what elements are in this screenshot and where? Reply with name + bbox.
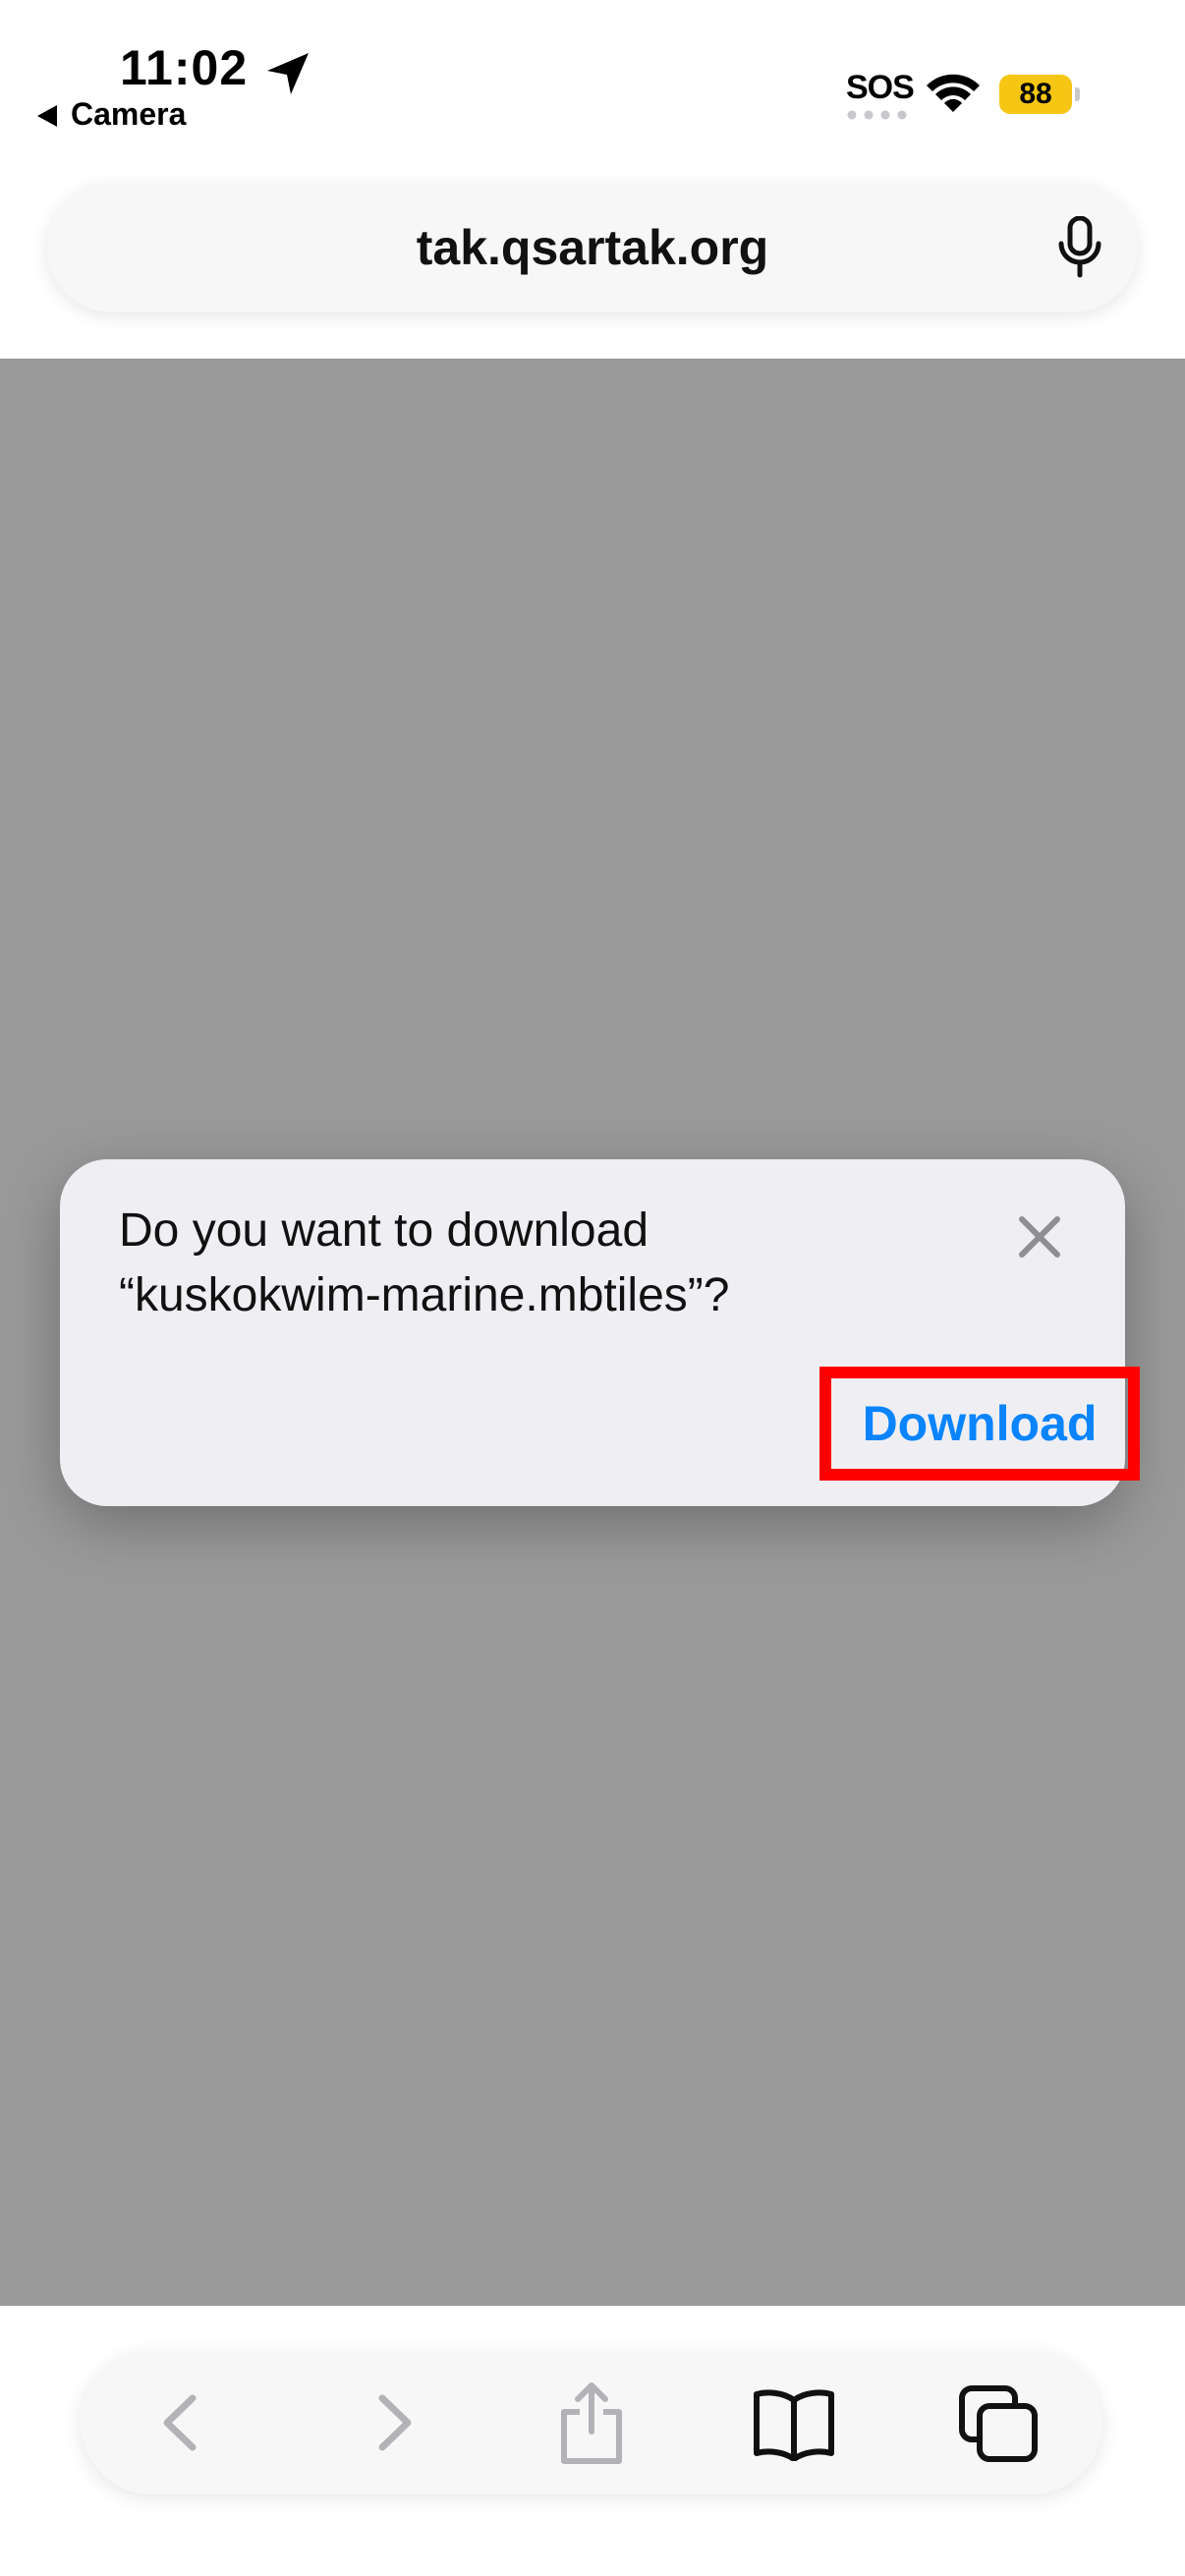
battery-level: 88: [1019, 78, 1052, 110]
back-caret-icon[interactable]: [37, 105, 57, 127]
back-icon[interactable]: [149, 2390, 214, 2455]
back-to-app-label[interactable]: Camera: [71, 96, 186, 133]
status-bar: 11:02 Camera SOS 88: [0, 0, 1185, 157]
download-button-label[interactable]: Download: [831, 1378, 1128, 1469]
dialog-message-line2: “kuskokwim-marine.mbtiles”?: [119, 1269, 730, 1321]
signal-dots-icon: [847, 110, 907, 120]
tabs-icon[interactable]: [958, 2384, 1039, 2463]
status-time: 11:02: [120, 40, 249, 95]
sos-indicator: SOS: [846, 69, 915, 106]
address-bar[interactable]: tak.qsartak.org: [47, 183, 1138, 312]
download-button[interactable]: Download: [819, 1367, 1140, 1481]
close-icon[interactable]: [1017, 1214, 1062, 1260]
location-arrow-icon: [267, 53, 309, 94]
battery-icon: 88: [999, 75, 1080, 114]
browser-toolbar: [81, 2351, 1102, 2494]
download-dialog: Do you want to download “kuskokwim-marin…: [60, 1159, 1140, 1506]
share-icon[interactable]: [554, 2380, 629, 2465]
battery-cap: [1075, 87, 1080, 101]
forward-icon[interactable]: [361, 2390, 425, 2455]
dialog-message-line1: Do you want to download: [119, 1204, 649, 1257]
address-url[interactable]: tak.qsartak.org: [47, 183, 1138, 312]
bookmarks-icon[interactable]: [752, 2386, 836, 2461]
mic-icon[interactable]: [1057, 216, 1102, 279]
wifi-icon: [927, 74, 980, 112]
